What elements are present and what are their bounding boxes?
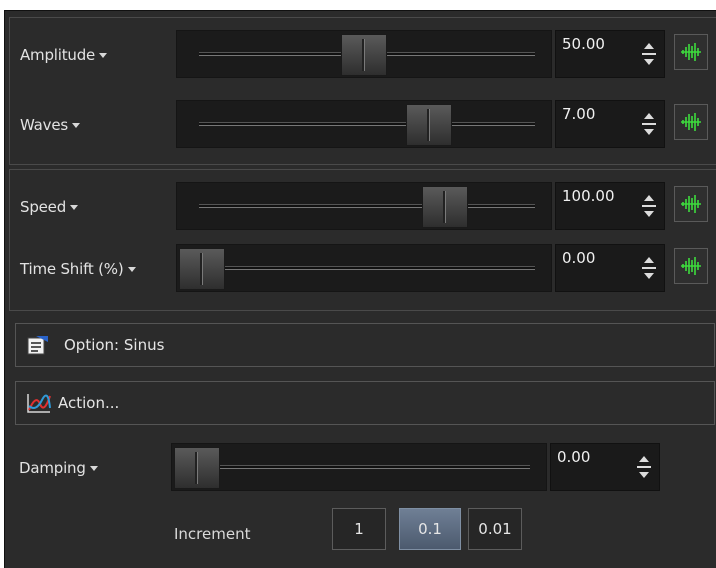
damping-slider[interactable] bbox=[171, 443, 547, 491]
chevron-down-icon bbox=[127, 267, 136, 272]
waves-animate-button[interactable] bbox=[674, 104, 708, 140]
spin-up-icon[interactable] bbox=[644, 113, 654, 119]
animate-waveform-icon bbox=[681, 195, 701, 213]
spin-down-icon[interactable] bbox=[644, 129, 654, 135]
animate-waveform-icon bbox=[681, 113, 701, 131]
speed-value-field[interactable]: 100.00 bbox=[555, 182, 665, 230]
speed-label: Speed bbox=[20, 198, 67, 216]
damping-row: Damping 0.00 bbox=[5, 443, 716, 491]
time-shift-slider-track bbox=[199, 266, 535, 270]
wave-properties-panel: Amplitude 50.00 Waves 7.00 Speed 100.00 … bbox=[4, 10, 716, 568]
amplitude-value: 50.00 bbox=[562, 35, 605, 53]
speed-label-dropdown[interactable]: Speed bbox=[20, 198, 79, 216]
speed-row: Speed 100.00 bbox=[10, 182, 716, 230]
damping-label-dropdown[interactable]: Damping bbox=[19, 459, 98, 477]
spin-up-icon[interactable] bbox=[644, 43, 654, 49]
damping-label: Damping bbox=[19, 459, 86, 477]
speed-slider-track bbox=[199, 204, 535, 208]
amplitude-animate-button[interactable] bbox=[674, 34, 708, 70]
increment-option-0-01[interactable]: 0.01 bbox=[468, 508, 522, 550]
spin-down-icon[interactable] bbox=[644, 59, 654, 65]
time-shift-label-dropdown[interactable]: Time Shift (%) bbox=[20, 260, 136, 278]
option-button[interactable]: Option: Sinus bbox=[15, 323, 715, 367]
amplitude-label-dropdown[interactable]: Amplitude bbox=[20, 46, 108, 64]
amplitude-slider[interactable] bbox=[176, 30, 552, 78]
waves-spinner[interactable] bbox=[642, 113, 656, 141]
time-shift-animate-button[interactable] bbox=[674, 248, 708, 284]
time-shift-value: 0.00 bbox=[562, 249, 596, 267]
spin-down-icon[interactable] bbox=[644, 211, 654, 217]
damping-slider-track bbox=[194, 465, 530, 469]
amplitude-label: Amplitude bbox=[20, 46, 96, 64]
time-shift-label: Time Shift (%) bbox=[20, 260, 124, 278]
damping-value-field[interactable]: 0.00 bbox=[550, 443, 660, 491]
amplitude-value-field[interactable]: 50.00 bbox=[555, 30, 665, 78]
spin-up-icon[interactable] bbox=[644, 257, 654, 263]
spin-down-icon[interactable] bbox=[639, 472, 649, 478]
speed-slider[interactable] bbox=[176, 182, 552, 230]
waves-slider[interactable] bbox=[176, 100, 552, 148]
increment-label: Increment bbox=[174, 525, 251, 543]
speed-animate-button[interactable] bbox=[674, 186, 708, 222]
damping-slider-thumb[interactable] bbox=[174, 447, 220, 489]
increment-option-0-1[interactable]: 0.1 bbox=[399, 508, 461, 550]
amplitude-row: Amplitude 50.00 bbox=[10, 30, 716, 78]
chevron-down-icon bbox=[70, 205, 79, 210]
damping-value: 0.00 bbox=[557, 448, 591, 466]
time-shift-slider-thumb[interactable] bbox=[179, 248, 225, 290]
spin-up-icon[interactable] bbox=[639, 456, 649, 462]
increment-option-1[interactable]: 1 bbox=[332, 508, 386, 550]
amplitude-slider-thumb[interactable] bbox=[341, 34, 387, 76]
speed-value: 100.00 bbox=[562, 187, 615, 205]
waves-slider-track bbox=[199, 122, 535, 126]
animate-waveform-icon bbox=[681, 43, 701, 61]
waves-value: 7.00 bbox=[562, 105, 596, 123]
waves-label: Waves bbox=[20, 116, 68, 134]
waves-label-dropdown[interactable]: Waves bbox=[20, 116, 80, 134]
action-button-label: Action... bbox=[58, 394, 120, 412]
speed-slider-thumb[interactable] bbox=[422, 186, 468, 228]
chevron-down-icon bbox=[99, 53, 108, 58]
damping-spinner[interactable] bbox=[637, 456, 651, 484]
wave-shape-group: Amplitude 50.00 Waves 7.00 bbox=[9, 17, 716, 165]
time-shift-slider[interactable] bbox=[176, 244, 552, 292]
spin-up-icon[interactable] bbox=[644, 195, 654, 201]
curve-graph-icon bbox=[27, 394, 51, 413]
properties-icon bbox=[27, 336, 48, 355]
timing-group: Speed 100.00 Time Shift (%) 0.00 bbox=[9, 169, 716, 311]
spin-down-icon[interactable] bbox=[644, 273, 654, 279]
option-button-label: Option: Sinus bbox=[64, 336, 165, 354]
time-shift-value-field[interactable]: 0.00 bbox=[555, 244, 665, 292]
action-button[interactable]: Action... bbox=[15, 381, 715, 425]
chevron-down-icon bbox=[89, 466, 98, 471]
amplitude-spinner[interactable] bbox=[642, 43, 656, 71]
time-shift-spinner[interactable] bbox=[642, 257, 656, 285]
waves-row: Waves 7.00 bbox=[10, 100, 716, 148]
time-shift-row: Time Shift (%) 0.00 bbox=[10, 244, 716, 292]
chevron-down-icon bbox=[72, 123, 80, 128]
waves-value-field[interactable]: 7.00 bbox=[555, 100, 665, 148]
speed-spinner[interactable] bbox=[642, 195, 656, 223]
animate-waveform-icon bbox=[681, 257, 701, 275]
waves-slider-thumb[interactable] bbox=[405, 104, 452, 146]
